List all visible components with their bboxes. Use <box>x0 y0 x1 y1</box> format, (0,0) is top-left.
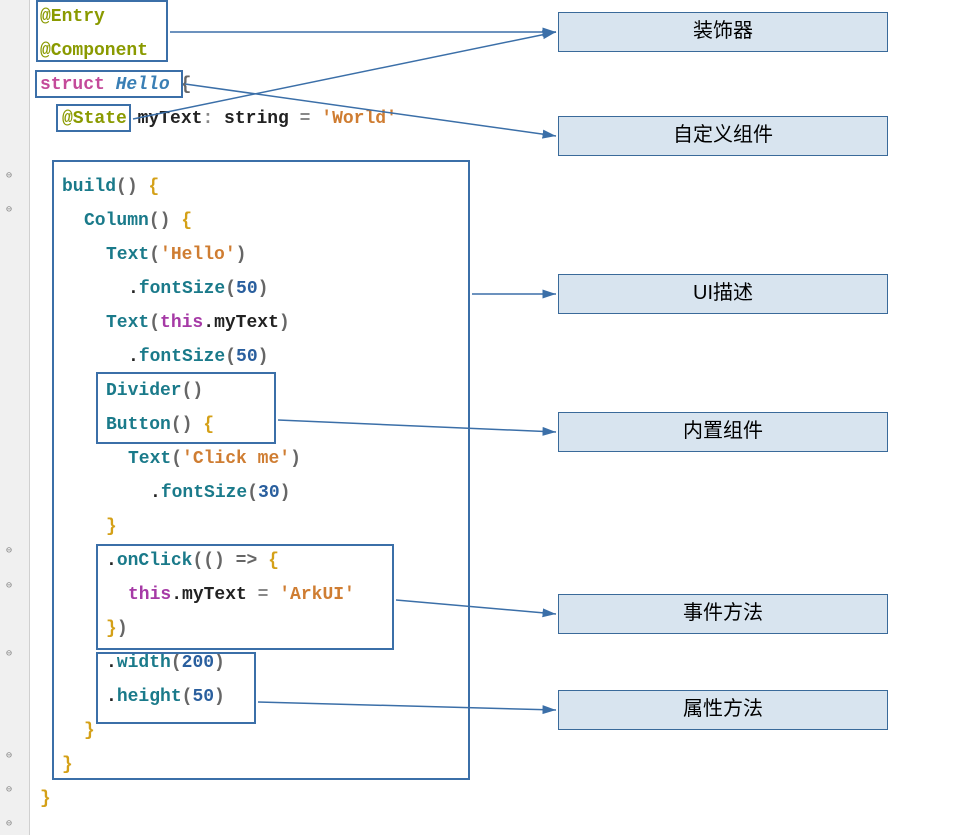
label-decorator: 装饰器 <box>558 12 888 52</box>
fold-icon: ⊖ <box>6 580 12 592</box>
state-line: @State myText: string = 'World' <box>40 102 520 136</box>
fold-icon: ⊖ <box>6 204 12 216</box>
decorator-entry: @Entry <box>40 0 105 34</box>
fold-icon: ⊖ <box>6 170 12 182</box>
column-line: Column() { <box>40 204 520 238</box>
struct-line: struct Hello { <box>40 68 520 102</box>
fold-icon: ⊖ <box>6 750 12 762</box>
button-line: Button() { <box>40 408 520 442</box>
fold-icon: ⊖ <box>6 648 12 660</box>
label-event-method: 事件方法 <box>558 594 888 634</box>
fold-icon: ⊖ <box>6 818 12 830</box>
label-ui-description: UI描述 <box>558 274 888 314</box>
gutter: ⊖ ⊖ ⊖ ⊖ ⊖ ⊖ ⊖ ⊖ <box>0 0 30 835</box>
label-builtin-component: 内置组件 <box>558 412 888 452</box>
label-attribute-method: 属性方法 <box>558 690 888 730</box>
fold-icon: ⊖ <box>6 545 12 557</box>
code-block: @Entry @Component struct Hello { @State … <box>40 0 520 816</box>
divider-line: Divider() <box>40 374 520 408</box>
width-line: .width(200) <box>40 646 520 680</box>
build-line: build() { <box>40 170 520 204</box>
fold-icon: ⊖ <box>6 784 12 796</box>
label-custom-component: 自定义组件 <box>558 116 888 156</box>
onclick-line: .onClick(() => { <box>40 544 520 578</box>
height-line: .height(50) <box>40 680 520 714</box>
decorator-component: @Component <box>40 34 148 68</box>
